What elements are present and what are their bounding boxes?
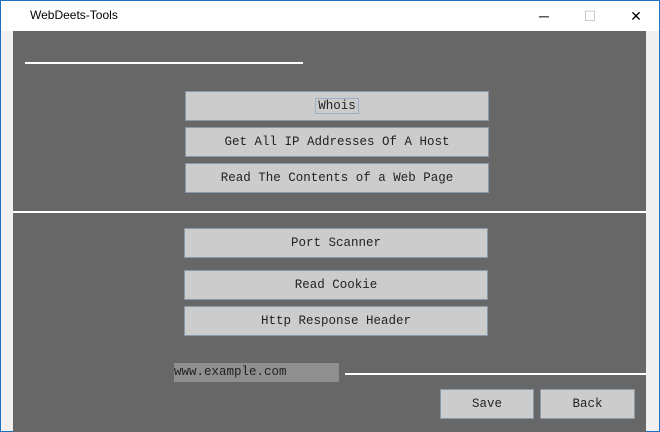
section-divider bbox=[13, 211, 646, 213]
title-bar: WebDeets-Tools ─ ☐ ✕ bbox=[1, 1, 659, 31]
read-web-page-button[interactable]: Read The Contents of a Web Page bbox=[185, 163, 489, 193]
top-separator bbox=[25, 62, 303, 64]
close-button[interactable]: ✕ bbox=[613, 1, 659, 31]
get-all-ip-button[interactable]: Get All IP Addresses Of A Host bbox=[185, 127, 489, 157]
read-cookie-button[interactable]: Read Cookie bbox=[184, 270, 488, 300]
input-separator bbox=[345, 373, 646, 375]
whois-label: Whois bbox=[315, 98, 359, 114]
window-title: WebDeets-Tools bbox=[30, 8, 118, 22]
http-response-header-button[interactable]: Http Response Header bbox=[184, 306, 488, 336]
save-button[interactable]: Save bbox=[440, 389, 534, 419]
minimize-button[interactable]: ─ bbox=[521, 1, 567, 31]
url-input[interactable] bbox=[174, 363, 339, 382]
maximize-button[interactable]: ☐ bbox=[567, 1, 613, 31]
port-scanner-button[interactable]: Port Scanner bbox=[184, 228, 488, 258]
whois-button[interactable]: Whois bbox=[185, 91, 489, 121]
back-button[interactable]: Back bbox=[540, 389, 635, 419]
